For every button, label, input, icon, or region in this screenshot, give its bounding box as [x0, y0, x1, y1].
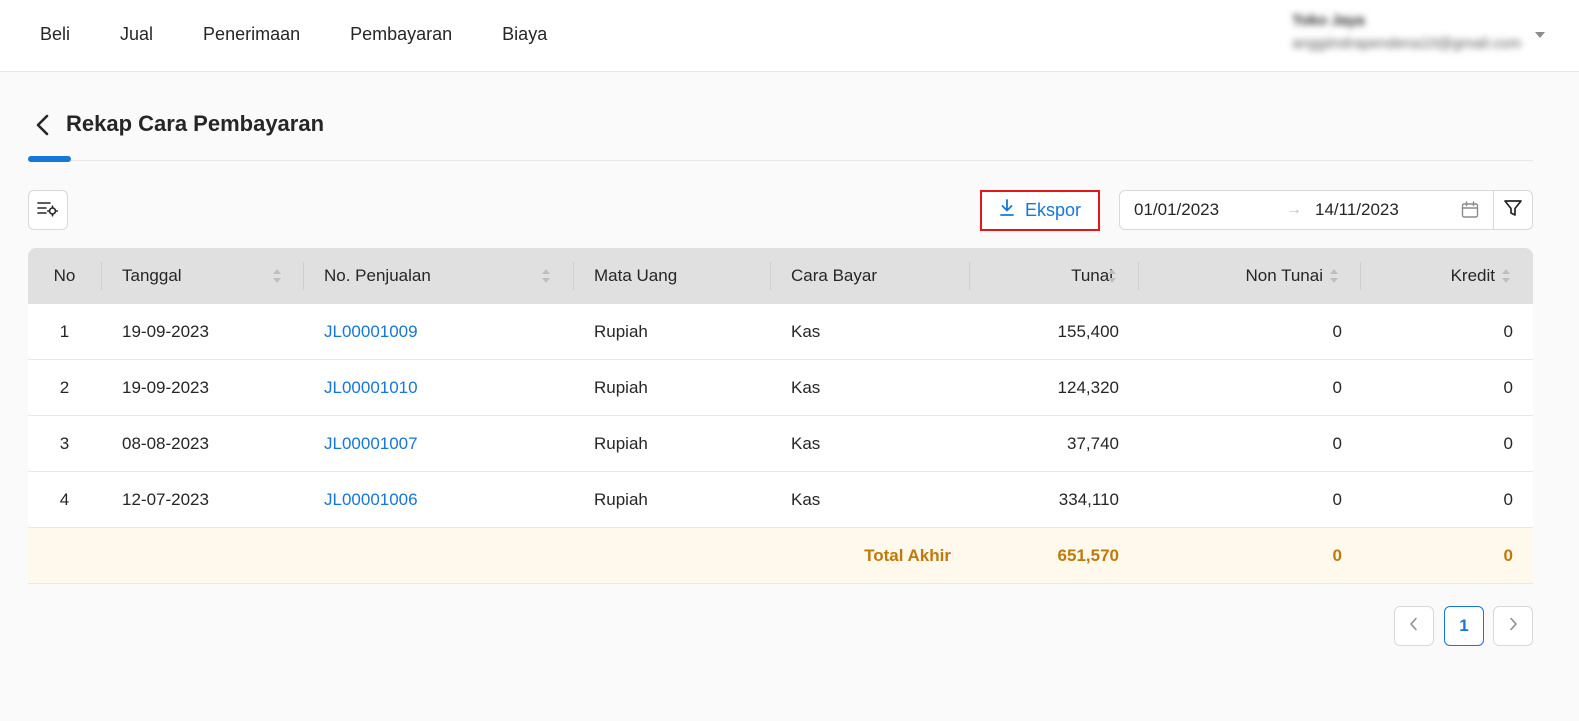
header-no-penjualan[interactable]: No. Penjualan [324, 248, 431, 304]
nav-item-jual[interactable]: Jual [120, 24, 153, 45]
back-arrow-icon[interactable] [32, 113, 54, 137]
sort-icon[interactable] [1107, 268, 1117, 284]
column-divider [303, 262, 304, 290]
export-button[interactable]: Ekspor [980, 190, 1100, 231]
filter-button[interactable] [1493, 190, 1533, 230]
sort-icon[interactable] [1329, 268, 1339, 284]
payment-recap-table: No Tanggal No. Penjualan Mata Uang Cara … [28, 248, 1533, 584]
cell-tanggal: 12-07-2023 [122, 489, 209, 509]
header-non-tunai[interactable]: Non Tunai [1246, 248, 1324, 304]
table-row: 3 08-08-2023 JL00001007 Rupiah Kas 37,74… [28, 416, 1533, 472]
column-settings-icon [37, 199, 59, 222]
prev-page-button[interactable] [1394, 606, 1434, 646]
header-divider [28, 160, 1533, 161]
cell-non-tunai: 0 [1332, 433, 1342, 453]
cell-no: 3 [59, 433, 70, 453]
nav-item-pembayaran[interactable]: Pembayaran [350, 24, 452, 45]
cell-mata-uang: Rupiah [594, 433, 648, 453]
cell-mata-uang: Rupiah [594, 489, 648, 509]
date-end-input[interactable]: 14/11/2023 [1315, 200, 1399, 220]
total-kredit: 0 [1503, 545, 1513, 565]
download-icon [999, 199, 1025, 222]
column-settings-button[interactable] [28, 190, 68, 230]
cell-non-tunai: 0 [1332, 489, 1342, 509]
cell-tanggal: 19-09-2023 [122, 377, 209, 397]
nav-item-biaya[interactable]: Biaya [502, 24, 547, 45]
cell-tunai: 124,320 [1057, 377, 1119, 397]
total-tunai: 651,570 [1057, 545, 1119, 565]
cell-kredit: 0 [1503, 377, 1513, 397]
cell-tanggal: 19-09-2023 [122, 321, 209, 341]
caret-down-icon[interactable] [1535, 32, 1545, 38]
column-divider [1360, 262, 1361, 290]
cell-tanggal: 08-08-2023 [122, 433, 209, 453]
chevron-right-icon [1507, 616, 1519, 636]
cell-cara-bayar: Kas [791, 489, 821, 509]
active-tab-indicator [28, 156, 71, 162]
table-header-row: No Tanggal No. Penjualan Mata Uang Cara … [28, 248, 1533, 304]
filter-icon [1503, 198, 1523, 223]
page-button-current[interactable]: 1 [1444, 606, 1484, 646]
cell-tunai: 37,740 [1067, 433, 1119, 453]
cell-cara-bayar: Kas [791, 433, 821, 453]
date-start-input[interactable]: 01/01/2023 [1134, 200, 1219, 220]
column-divider [573, 262, 574, 290]
table-row: 4 12-07-2023 JL00001006 Rupiah Kas 334,1… [28, 472, 1533, 528]
page-title: Rekap Cara Pembayaran [66, 111, 325, 136]
cell-no: 4 [59, 489, 70, 509]
header-mata-uang: Mata Uang [594, 266, 678, 285]
export-label: Ekspor [1024, 200, 1082, 220]
table-row: 2 19-09-2023 JL00001010 Rupiah Kas 124,3… [28, 360, 1533, 416]
cell-non-tunai: 0 [1332, 321, 1342, 341]
user-name: Toko Jaya [1292, 12, 1365, 29]
next-page-button[interactable] [1493, 606, 1533, 646]
column-divider [770, 262, 771, 290]
cell-tunai: 155,400 [1057, 321, 1119, 341]
header-cara-bayar: Cara Bayar [791, 266, 877, 285]
column-divider [1138, 262, 1139, 290]
header-kredit[interactable]: Kredit [1451, 248, 1495, 304]
chevron-left-icon [1408, 616, 1420, 636]
cell-kredit: 0 [1503, 321, 1513, 341]
header-tanggal[interactable]: Tanggal [122, 248, 182, 304]
sort-icon[interactable] [272, 268, 282, 284]
cell-kredit: 0 [1503, 433, 1513, 453]
cell-tunai: 334,110 [1058, 489, 1119, 509]
top-nav-bar: Beli Jual Penerimaan Pembayaran Biaya To… [0, 0, 1579, 72]
user-menu[interactable]: Toko Jaya anggiindrapendena10@gmail.com [1292, 12, 1521, 52]
cell-cara-bayar: Kas [791, 321, 821, 341]
column-divider [969, 262, 970, 290]
sort-icon[interactable] [1501, 268, 1511, 284]
main-nav: Beli Jual Penerimaan Pembayaran Biaya [40, 24, 597, 45]
total-label: Total Akhir [864, 545, 951, 565]
user-email: anggiindrapendena10@gmail.com [1292, 35, 1521, 52]
cell-no: 1 [59, 321, 70, 341]
nav-item-beli[interactable]: Beli [40, 24, 70, 45]
column-divider [101, 262, 102, 290]
nav-item-penerimaan[interactable]: Penerimaan [203, 24, 300, 45]
cell-mata-uang: Rupiah [594, 321, 648, 341]
sale-number-link[interactable]: JL00001010 [324, 360, 418, 415]
cell-kredit: 0 [1503, 489, 1513, 509]
total-non-tunai: 0 [1332, 545, 1342, 565]
total-row: Total Akhir 651,570 0 0 [28, 528, 1533, 584]
cell-mata-uang: Rupiah [594, 377, 648, 397]
cell-cara-bayar: Kas [791, 377, 821, 397]
cell-non-tunai: 0 [1332, 377, 1342, 397]
cell-no: 2 [59, 377, 70, 397]
sale-number-link[interactable]: JL00001009 [324, 304, 418, 359]
calendar-icon [1461, 201, 1479, 224]
date-range-picker[interactable]: 01/01/2023 → 14/11/2023 [1119, 190, 1494, 230]
sale-number-link[interactable]: JL00001007 [324, 416, 418, 471]
sale-number-link[interactable]: JL00001006 [324, 472, 418, 527]
table-row: 1 19-09-2023 JL00001009 Rupiah Kas 155,4… [28, 304, 1533, 360]
sort-icon[interactable] [541, 268, 551, 284]
header-no: No [53, 266, 76, 285]
date-range-separator: → [1286, 201, 1302, 218]
